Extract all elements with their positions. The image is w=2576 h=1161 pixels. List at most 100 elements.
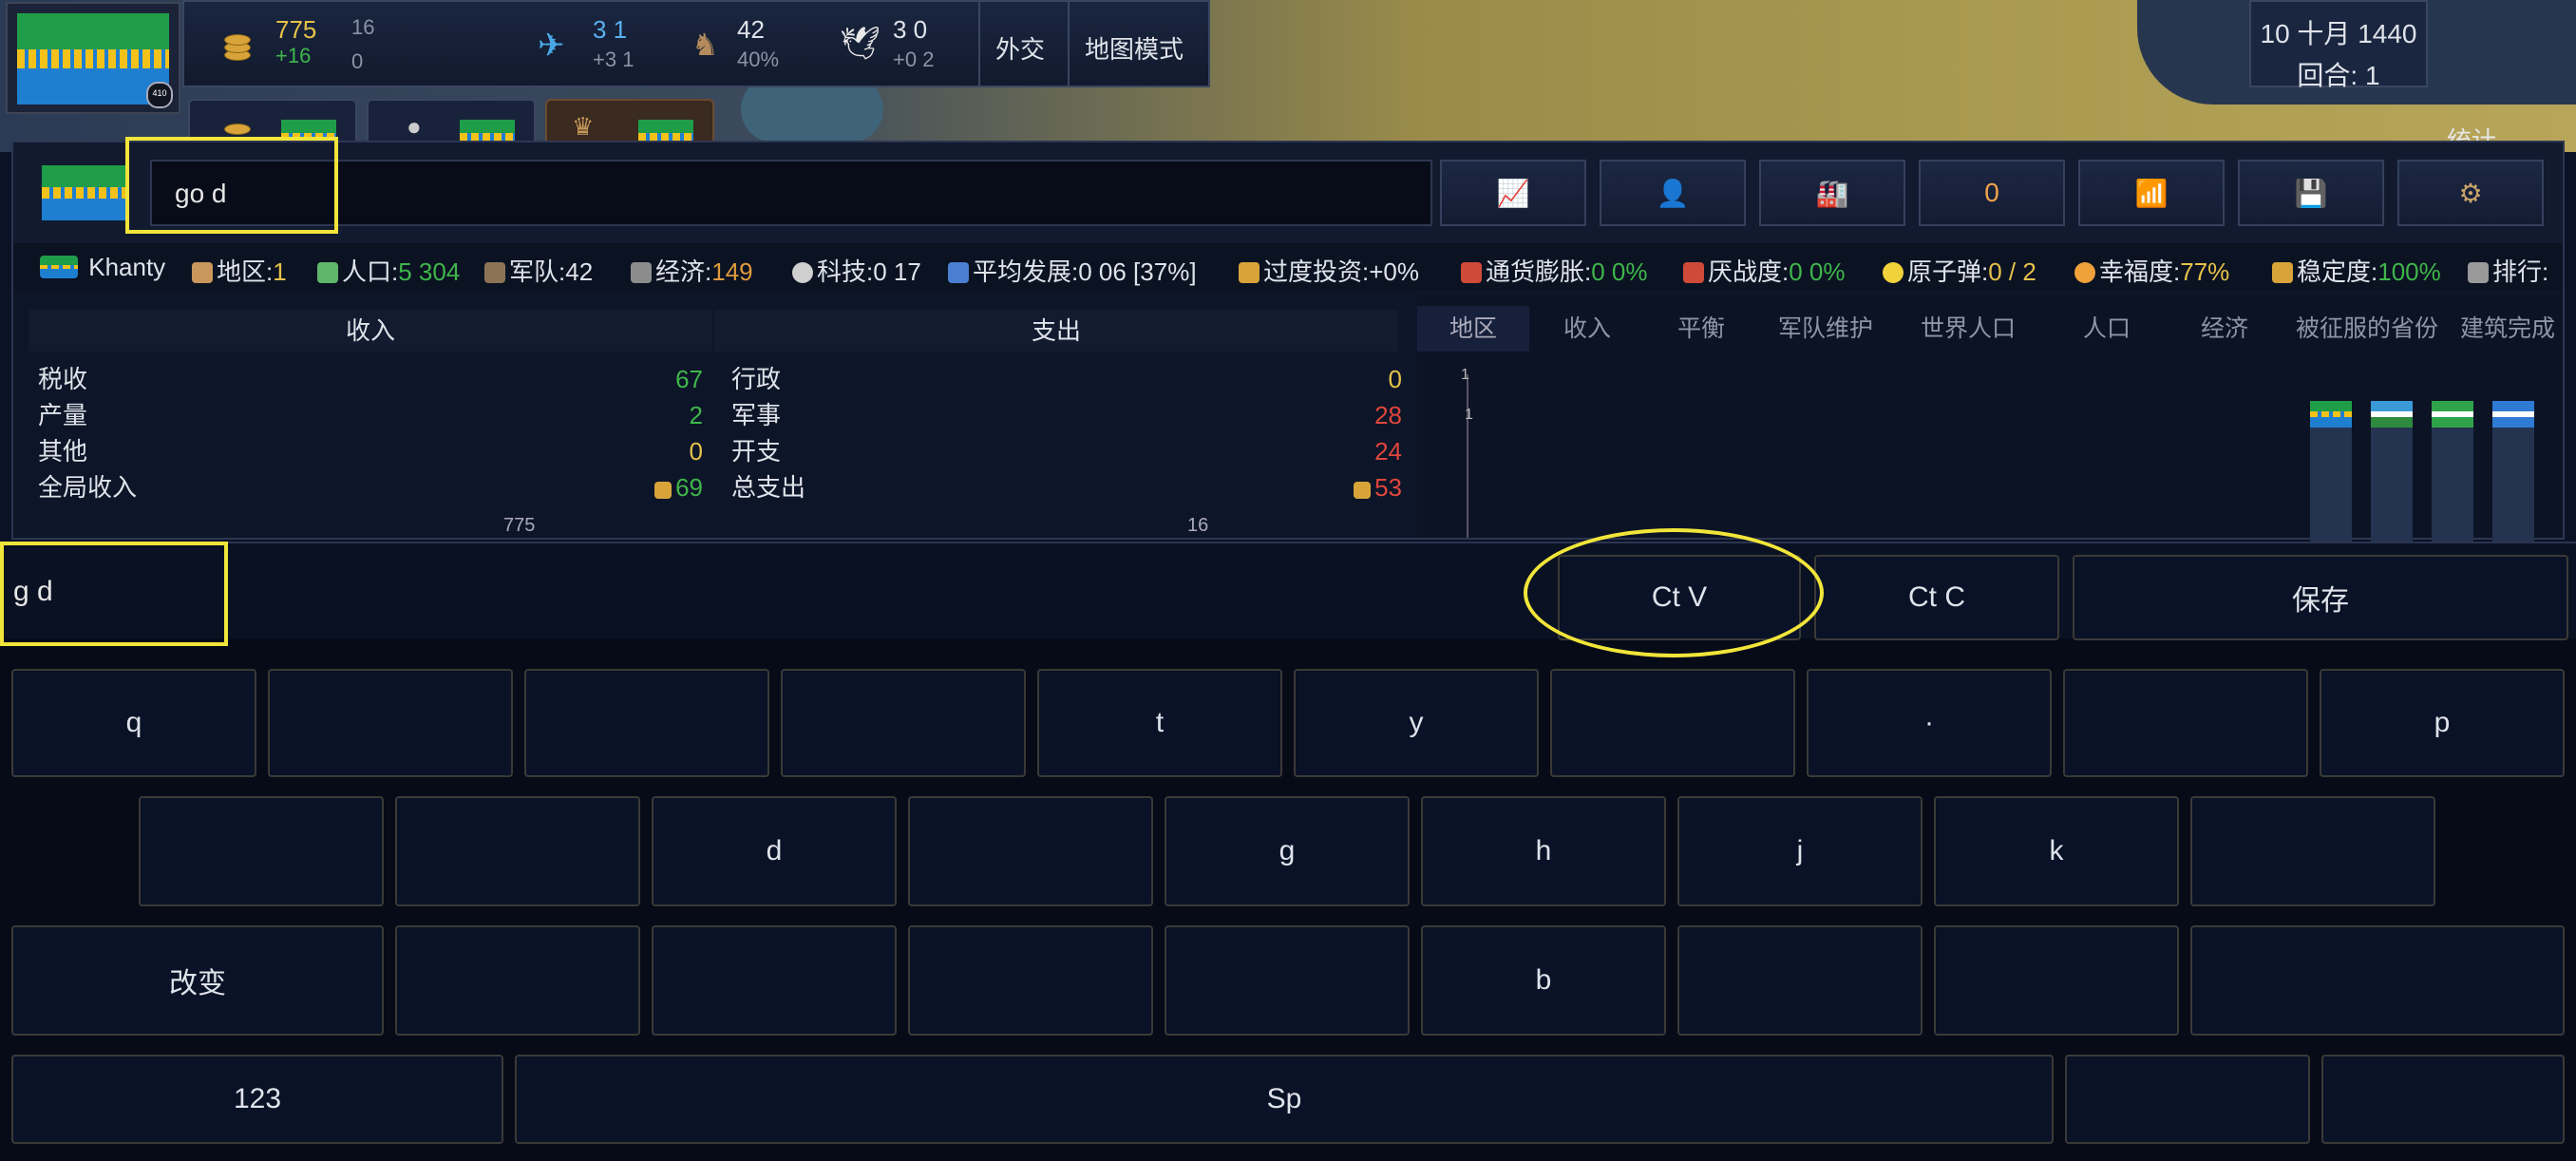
key-blank[interactable] xyxy=(268,669,513,777)
ranking-button[interactable]: 📶 xyxy=(2078,160,2225,226)
stat-tab-buildings[interactable]: 建筑完成 xyxy=(2453,306,2563,352)
highlight-keyboard-input xyxy=(0,542,228,646)
key-g[interactable]: g xyxy=(1165,796,1410,906)
ledger-row: 总支出 53 xyxy=(731,469,1402,505)
expense-value: 53 xyxy=(1354,469,1402,505)
enter-key[interactable] xyxy=(2321,1055,2565,1144)
rank-column[interactable] xyxy=(2310,401,2352,542)
key-blank[interactable] xyxy=(395,925,640,1036)
nation-flag-button[interactable]: 410 xyxy=(6,2,180,114)
search-input[interactable]: go d xyxy=(150,160,1432,226)
expense-header: 支出 xyxy=(714,310,1398,352)
ledger-row: 行政 0 xyxy=(731,361,1402,397)
stat-value: 0 0% xyxy=(1591,257,1648,286)
expense-label: 军事 xyxy=(731,401,782,429)
key-j[interactable]: j xyxy=(1677,796,1923,906)
smiley-icon xyxy=(2074,262,2095,283)
key-d[interactable]: d xyxy=(652,796,897,906)
panel-flag xyxy=(42,165,127,220)
country-name: Khanty xyxy=(88,253,166,281)
rank-column[interactable] xyxy=(2492,401,2534,542)
key-blank[interactable] xyxy=(1550,669,1795,777)
population-button[interactable]: 👤 xyxy=(1600,160,1746,226)
key-t[interactable]: t xyxy=(1037,669,1282,777)
space-key[interactable]: Sp xyxy=(515,1055,2054,1144)
income-label: 产量 xyxy=(38,401,88,429)
key-blank[interactable] xyxy=(652,925,897,1036)
key-q[interactable]: q xyxy=(11,669,256,777)
key-y[interactable]: y xyxy=(1294,669,1539,777)
settings-button[interactable]: ⚙ xyxy=(2397,160,2544,226)
stat-tab-economy[interactable]: 经济 xyxy=(2168,306,2282,352)
gold-small-a: 16 xyxy=(351,15,375,39)
backspace-key[interactable] xyxy=(2190,925,2565,1036)
key-blank[interactable] xyxy=(1677,925,1923,1036)
flag-icon xyxy=(1683,262,1704,283)
nation-level-badge: 410 xyxy=(146,82,173,108)
income-value: 0 xyxy=(689,437,703,466)
stat-tab-world-population[interactable]: 世界人口 xyxy=(1892,306,2044,352)
diplomacy-delta: +3 1 xyxy=(593,48,635,71)
chart-axis-label: 1 xyxy=(1465,407,1473,423)
counter-value: 0 xyxy=(1984,178,1999,207)
stat-tab-army-upkeep[interactable]: 军队维护 xyxy=(1759,306,1892,352)
stat-rank: 排行: xyxy=(2468,253,2548,288)
stat-label: 经济: xyxy=(655,257,712,286)
key-blank[interactable] xyxy=(1934,925,2179,1036)
stat-tab-region[interactable]: 地区 xyxy=(1417,306,1529,352)
stat-value: 100% xyxy=(2377,257,2441,286)
on-screen-keyboard: g d Ct V Ct C 保存 q t y · p d g h j k 改变 … xyxy=(0,542,2576,1161)
save-key[interactable]: 保存 xyxy=(2073,555,2568,640)
key-b[interactable]: b xyxy=(1421,925,1666,1036)
bar-separator xyxy=(978,2,980,86)
stat-value: 5 304 xyxy=(398,257,461,286)
copy-key[interactable]: Ct C xyxy=(1814,555,2059,640)
soldier-icon xyxy=(484,262,505,283)
key-blank[interactable] xyxy=(908,796,1153,906)
key-blank[interactable] xyxy=(395,796,640,906)
stat-tab-population[interactable]: 人口 xyxy=(2050,306,2164,352)
key-blank[interactable] xyxy=(2063,669,2308,777)
balance-value: 16 xyxy=(1187,515,1209,536)
foreign-affairs-button[interactable]: 外交 xyxy=(995,30,1045,66)
save-file-button[interactable]: 💾 xyxy=(2238,160,2384,226)
stat-value: 42 xyxy=(565,257,594,286)
stat-label: 军队: xyxy=(509,257,566,286)
key-blank[interactable] xyxy=(2190,796,2435,906)
peace-delta: +0 2 xyxy=(893,48,935,71)
key-dot[interactable]: · xyxy=(1807,669,2052,777)
rank-flag xyxy=(2432,401,2473,428)
key-blank[interactable] xyxy=(781,669,1026,777)
rank-column[interactable] xyxy=(2371,401,2413,542)
expense-value: 24 xyxy=(1374,437,1402,466)
key-blank[interactable] xyxy=(524,669,769,777)
chart-scroll-icon: 📈 xyxy=(1496,178,1530,208)
key-blank[interactable] xyxy=(908,925,1153,1036)
expense-label: 行政 xyxy=(731,365,782,393)
stat-economy: 经济:149 xyxy=(631,253,753,288)
army-percent: 40% xyxy=(737,48,780,71)
key-k[interactable]: k xyxy=(1934,796,2179,906)
top-resource-bar: 775 +16 16 0 ✈ 3 1 +3 1 ♞ 42 40% 🕊 3 0 +… xyxy=(182,0,1210,87)
key-blank[interactable] xyxy=(2065,1055,2310,1144)
stat-tab-income[interactable]: 收入 xyxy=(1531,306,1643,352)
stat-value: 0 0% xyxy=(1789,257,1846,286)
stat-population: 人口:5 304 xyxy=(317,253,460,288)
counter-button[interactable]: 0 xyxy=(1919,160,2065,226)
numbers-key[interactable]: 123 xyxy=(11,1055,503,1144)
key-blank[interactable] xyxy=(139,796,384,906)
map-mode-button[interactable]: 地图模式 xyxy=(1085,30,1184,66)
stat-tab-conquered[interactable]: 被征服的省份 xyxy=(2283,306,2451,352)
buildings-button[interactable]: 🏭 xyxy=(1759,160,1905,226)
stat-tab-balance[interactable]: 平衡 xyxy=(1645,306,1757,352)
key-p[interactable]: p xyxy=(2320,669,2565,777)
diplomacy-value: 3 1 xyxy=(593,15,628,44)
expense-value: 28 xyxy=(1374,401,1402,429)
rank-column[interactable] xyxy=(2432,401,2473,542)
key-blank[interactable] xyxy=(1165,925,1410,1036)
date-panel: 10 十月 1440 回合: 1 xyxy=(2249,0,2428,90)
history-chart-button[interactable]: 📈 xyxy=(1440,160,1586,226)
key-h[interactable]: h xyxy=(1421,796,1666,906)
floppy-disk-icon: 💾 xyxy=(2294,178,2328,208)
shift-key[interactable]: 改变 xyxy=(11,925,384,1036)
